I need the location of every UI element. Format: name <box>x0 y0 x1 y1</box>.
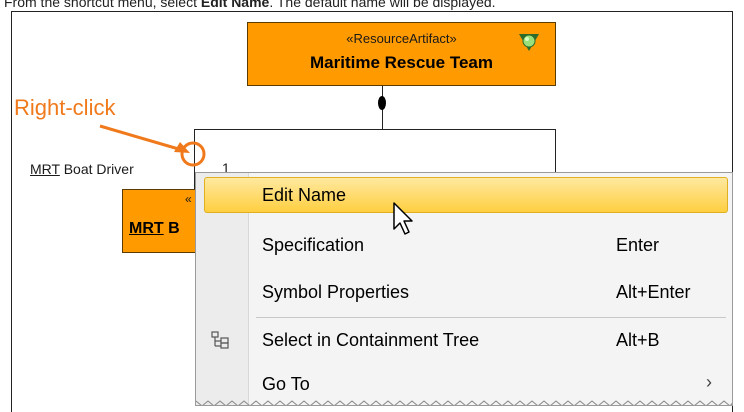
bottom-block-name-underlined: MRT <box>129 220 164 237</box>
menu-item-label: Go To <box>262 374 310 394</box>
menu-item-symbol-properties[interactable]: Symbol Properties Alt+Enter <box>196 274 732 310</box>
menu-separator <box>256 317 726 318</box>
torn-edge <box>196 400 732 405</box>
instruction-prefix: From the shortcut menu, select <box>4 0 201 10</box>
menu-item-shortcut: Alt+Enter <box>616 282 691 302</box>
part-label-underlined: MRT <box>30 161 60 177</box>
menu-item-specification[interactable]: Specification Enter <box>196 227 732 263</box>
instruction-command: Edit Name <box>200 0 270 10</box>
menu-item-edit-name[interactable]: Edit Name <box>196 177 732 213</box>
containment-tree-icon <box>211 331 229 349</box>
part-label: MRT Boat Driver <box>30 161 134 177</box>
context-menu: Edit Name Specification Enter Symbol Pro… <box>195 172 733 406</box>
connector-horizontal <box>194 129 556 130</box>
menu-item-shortcut: Enter <box>616 235 660 255</box>
bottom-block-name: MRT B <box>129 220 180 238</box>
bottom-block-stereotype: « <box>185 192 192 206</box>
bottom-block-name-rest: B <box>163 220 180 237</box>
menu-item-label: Edit Name <box>262 185 347 205</box>
resource-artifact-icon <box>519 34 539 51</box>
menu-item-shortcut: Alt+B <box>616 330 660 350</box>
maritime-rescue-team-block[interactable]: «ResourceArtifact» Maritime Rescue Team <box>247 22 556 86</box>
menu-item-label: Select in Containment Tree <box>262 330 480 350</box>
submenu-arrow-icon: › <box>706 372 712 392</box>
part-label-rest: Boat Driver <box>59 161 134 177</box>
block-stereotype: «ResourceArtifact» <box>346 31 457 46</box>
instruction-text: From the shortcut menu, select Edit Name… <box>4 0 496 10</box>
menu-item-label: Symbol Properties <box>262 282 410 302</box>
instruction-suffix: . The default name will be displayed. <box>269 0 496 10</box>
composition-diamond <box>378 96 386 110</box>
right-click-annotation: Right-click <box>14 95 116 120</box>
block-name: Maritime Rescue Team <box>310 53 493 72</box>
connector-right <box>555 129 556 174</box>
menu-item-label: Specification <box>262 235 365 255</box>
mouse-cursor-icon <box>393 202 413 235</box>
menu-item-select-in-containment-tree[interactable]: Select in Containment Tree Alt+B <box>196 322 732 358</box>
